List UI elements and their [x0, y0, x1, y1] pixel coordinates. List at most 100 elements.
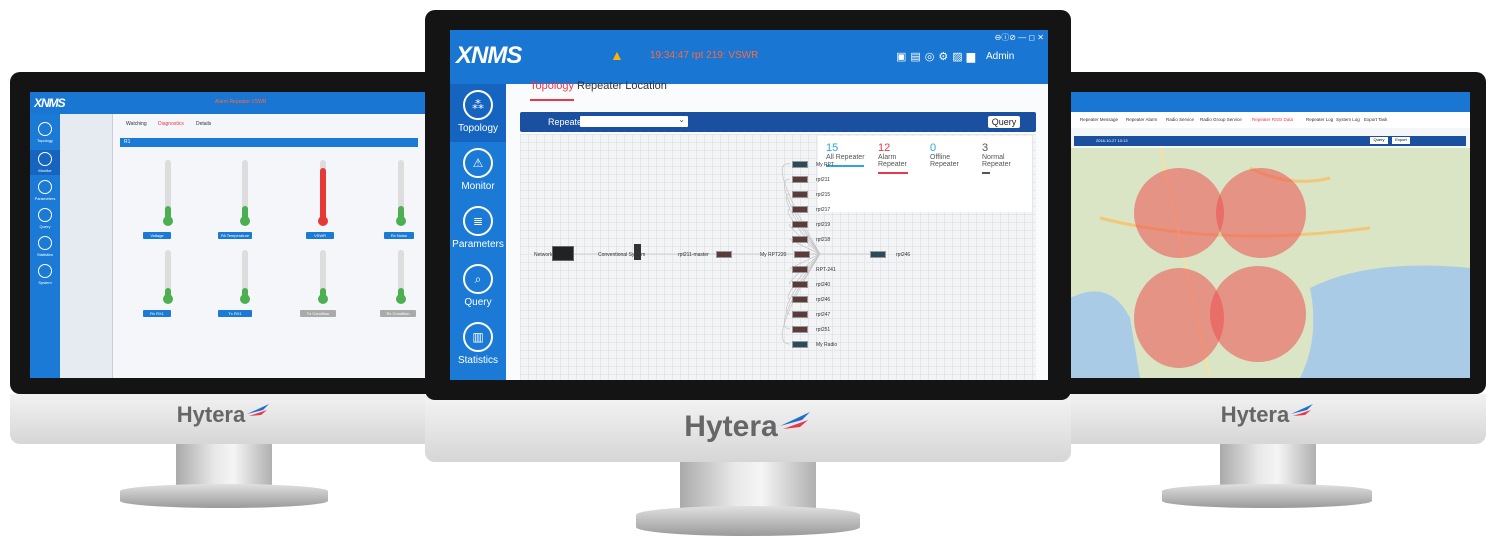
- repeater-icon[interactable]: [792, 206, 808, 213]
- left-brand-text: Hytera: [176, 402, 246, 427]
- right-query-button[interactable]: Query: [1370, 137, 1388, 144]
- right-tab-radio-group[interactable]: Radio Group Service: [1200, 117, 1242, 122]
- node-right[interactable]: rpt219: [816, 222, 830, 228]
- left-nav-statistics[interactable]: Statistics: [30, 236, 60, 257]
- nav-query[interactable]: ⌕ Query: [450, 258, 506, 316]
- rssi-coverage-circle: [1210, 266, 1306, 362]
- right-date-field[interactable]: 2016-10-27 10:13: [1096, 138, 1128, 143]
- right-tab-alarm[interactable]: Repeater Alarm: [1126, 117, 1157, 122]
- map-view[interactable]: [1070, 148, 1470, 378]
- nav-label: Query: [464, 297, 492, 308]
- gauge-bulb: [163, 294, 173, 304]
- right-query-bar: 2016-10-27 10:13 Query Export: [1074, 136, 1466, 146]
- repeater-icon[interactable]: [792, 236, 808, 243]
- right-tab-export[interactable]: Export Task: [1364, 117, 1387, 122]
- repeater-icon[interactable]: [792, 326, 808, 333]
- node-right[interactable]: rpt218: [816, 237, 830, 243]
- gauge-rx-condition: [398, 250, 404, 298]
- left-foot: [120, 484, 328, 508]
- left-nav-query[interactable]: Query: [30, 208, 60, 229]
- topology-canvas[interactable]: 15 All Repeater 12 Alarm Repeater 0 Offline…: [520, 134, 1036, 380]
- node-right[interactable]: rpt211: [816, 177, 830, 183]
- gauge-rx-noise-label: Rx Noise: [384, 232, 414, 239]
- node-right[interactable]: rpt217: [816, 207, 830, 213]
- nav-parameters[interactable]: ≣ Parameters: [450, 200, 506, 258]
- repeater-icon[interactable]: [792, 266, 808, 273]
- server-icon[interactable]: [634, 244, 641, 260]
- radio-icon[interactable]: [792, 341, 808, 348]
- repeater-select[interactable]: ⌄: [580, 115, 688, 127]
- left-tab-watching[interactable]: Watching: [126, 121, 147, 127]
- node-rpt211-master[interactable]: rpt211-master: [678, 252, 709, 258]
- node-far-rpt246[interactable]: rpt246: [896, 252, 910, 258]
- repeater-icon[interactable]: [792, 281, 808, 288]
- right-tabs: Repeater Message Repeater Alarm Radio Se…: [1070, 112, 1470, 128]
- nav-label: Topology: [457, 123, 499, 134]
- node-right[interactable]: My Radio: [816, 342, 837, 348]
- right-tab-radio[interactable]: Radio Service: [1166, 117, 1194, 122]
- hytera-wing-icon: [247, 404, 270, 416]
- repeater-icon[interactable]: [792, 221, 808, 228]
- nav-statistics[interactable]: ▥ Statistics: [450, 316, 506, 374]
- nav-monitor[interactable]: ⚠ Monitor: [450, 142, 506, 200]
- tab-topology[interactable]: Topology: [530, 80, 575, 101]
- right-tab-repeater-log[interactable]: Repeater Log: [1306, 117, 1333, 122]
- left-nav-topology[interactable]: Topology: [30, 122, 60, 143]
- left-neck: [176, 444, 272, 488]
- node-right[interactable]: rpt246: [816, 297, 830, 303]
- alarm-warning-icon[interactable]: ▲: [610, 47, 624, 63]
- gauge-rx-noise: [398, 160, 404, 220]
- repeater-icon[interactable]: [792, 191, 808, 198]
- tab-repeater-location[interactable]: Repeater Location: [577, 80, 667, 92]
- node-right[interactable]: My RPT: [816, 162, 834, 168]
- right-brand: Hytera: [1050, 402, 1486, 428]
- repeater-icon[interactable]: [792, 176, 808, 183]
- repeater-icon[interactable]: [870, 251, 886, 258]
- gauge-tx-rx1-label: Tx RX1: [218, 310, 252, 317]
- left-nav-monitor[interactable]: Monitor: [30, 150, 60, 175]
- nav-label: Statistics: [457, 355, 498, 366]
- warning-icon: ⚠: [463, 148, 493, 178]
- node-right[interactable]: rpt251: [816, 327, 830, 333]
- node-right[interactable]: rpt247: [816, 312, 830, 318]
- left-nav-label: Topology: [36, 138, 53, 143]
- left-tab-details[interactable]: Details: [196, 121, 211, 127]
- node-right[interactable]: rpt240: [816, 282, 830, 288]
- network-monitor-icon[interactable]: [552, 246, 574, 261]
- toolbar-icons[interactable]: ▣▤◎⚙▨▆: [896, 50, 979, 63]
- right-neck: [1220, 444, 1316, 488]
- gauge-bulb: [318, 216, 328, 226]
- query-button[interactable]: Query: [988, 116, 1020, 128]
- right-export-button[interactable]: Export: [1392, 137, 1410, 144]
- nav-label: Monitor: [461, 181, 495, 192]
- left-screen: XNMS Alarm Repeater VSWR Topology Monito…: [30, 92, 426, 378]
- repeater-icon[interactable]: [792, 311, 808, 318]
- node-my-rpt220[interactable]: My RPT220: [760, 252, 786, 258]
- node-right[interactable]: RPT-241: [816, 267, 836, 273]
- repeater-icon[interactable]: [716, 251, 732, 258]
- right-tab-message[interactable]: Repeater Message: [1080, 117, 1118, 122]
- nav-topology[interactable]: ⁂ Topology: [450, 84, 506, 142]
- node-network[interactable]: Network: [534, 252, 552, 258]
- repeater-icon[interactable]: [794, 251, 810, 258]
- right-topbar: [1070, 92, 1470, 112]
- window-controls[interactable]: ⊖ⓘ⊘ — ◻ ✕: [995, 32, 1044, 43]
- left-tab-diagnostics[interactable]: Diagnostics: [158, 121, 184, 127]
- left-alarm-text[interactable]: Alarm Repeater VSWR: [215, 99, 266, 105]
- repeater-icon[interactable]: [792, 161, 808, 168]
- hytera-wing-icon: [1291, 404, 1314, 416]
- left-nav-label: Statistics: [36, 252, 53, 257]
- user-label[interactable]: Admin: [986, 51, 1014, 62]
- left-nav-parameters[interactable]: Parameters: [30, 180, 60, 201]
- gauge-pa-temperature-label: PA Temperature: [218, 232, 252, 239]
- center-app-logo: XNMS: [456, 42, 522, 69]
- node-right[interactable]: rpt215: [816, 192, 830, 198]
- repeater-icon[interactable]: [792, 296, 808, 303]
- rssi-coverage-circle: [1216, 168, 1306, 258]
- left-brand: Hytera: [10, 402, 438, 428]
- center-alarm-text[interactable]: 19:34:47 rpt 219: VSWR: [650, 50, 758, 61]
- left-nav-system[interactable]: System: [30, 264, 60, 285]
- right-tab-system-log[interactable]: System Log: [1336, 117, 1360, 122]
- right-tab-rssi[interactable]: Repeater RSSI Data: [1252, 117, 1293, 122]
- left-tree-panel[interactable]: [60, 114, 113, 378]
